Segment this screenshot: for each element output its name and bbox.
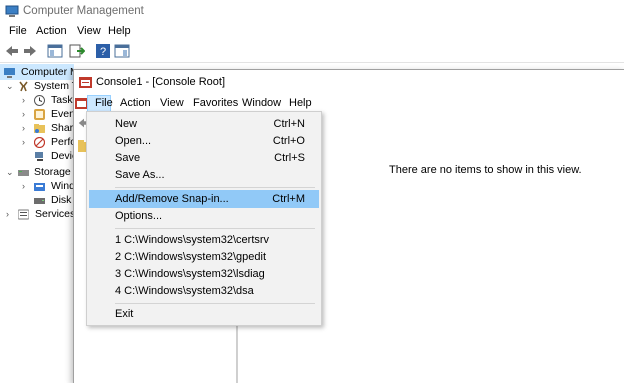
menu-item-recent-4[interactable]: 4 C:\Windows\system32\dsa [89,282,319,300]
tree-item-shared-folders[interactable]: › Share [22,122,74,136]
shared-folder-icon [34,124,45,133]
computer-management-icon [5,5,19,17]
cm-title: Computer Management [23,5,144,17]
menu-separator [115,187,315,188]
backup-icon [34,183,45,191]
menu-item-new[interactable]: New Ctrl+N [89,115,319,133]
tree-item-services-and-applications[interactable]: › Services [6,208,74,222]
chevron-right-icon[interactable]: › [22,95,25,105]
performance-icon [34,137,45,148]
cm-title-bar[interactable]: Computer Management [0,0,624,22]
menu-item-open[interactable]: Open... Ctrl+O [89,132,319,150]
services-icon [18,209,29,220]
console-menu-view[interactable]: View [160,97,184,109]
cm-menu-view[interactable]: View [77,25,101,37]
forward-arrow-icon[interactable] [22,43,38,59]
console-menu-window[interactable]: Window [242,97,281,109]
chevron-right-icon[interactable]: › [6,209,9,219]
cm-tree: Computer M ⌄ System T › Task › Even › Sh… [0,63,74,382]
chevron-down-icon[interactable]: ⌄ [6,167,14,178]
device-manager-icon [35,152,43,161]
chevron-right-icon[interactable]: › [22,109,25,119]
console-menu-action[interactable]: Action [120,97,151,109]
disk-icon [34,198,45,204]
menu-item-add-remove-snap-in[interactable]: Add/Remove Snap-in... Ctrl+M [89,190,319,208]
back-arrow-icon[interactable] [4,43,20,59]
system-tools-icon [19,81,28,92]
tree-item-disk-management[interactable]: Disk [22,194,74,208]
menu-separator [115,228,315,229]
menu-item-save[interactable]: Save Ctrl+S [89,149,319,167]
chevron-right-icon[interactable]: › [22,181,25,191]
cm-menu-bar: File Action View Help [0,22,624,40]
console-menu-favorites[interactable]: Favorites [193,97,238,109]
tree-item-computer-management[interactable]: Computer M [3,66,74,80]
tree-item-task-scheduler[interactable]: › Task [22,94,74,108]
tree-item-storage[interactable]: ⌄ Storage [6,166,74,180]
chevron-down-icon[interactable]: ⌄ [6,81,14,92]
menu-item-recent-1[interactable]: 1 C:\Windows\system32\certsrv [89,231,319,249]
event-viewer-icon [34,109,45,120]
mmc-console-icon [79,77,92,88]
console-title: Console1 - [Console Root] [96,76,226,88]
empty-view-message: There are no items to show in this view. [389,164,582,176]
menu-item-options[interactable]: Options... [89,207,319,225]
console-title-bar[interactable]: Console1 - [Console Root] [74,70,624,94]
cm-menu-file[interactable]: File [9,25,27,37]
tree-item-windows-server-backup[interactable]: › Wind [22,180,74,194]
cm-menu-help[interactable]: Help [108,25,131,37]
properties-pane-icon[interactable] [114,43,130,59]
menu-item-save-as[interactable]: Save As... [89,166,319,184]
show-hide-tree-icon[interactable] [47,43,63,59]
chevron-right-icon[interactable]: › [22,123,25,133]
file-dropdown-menu: New Ctrl+N Open... Ctrl+O Save Ctrl+S Sa… [86,111,322,326]
chevron-right-icon[interactable]: › [22,137,25,147]
menu-separator [115,303,315,304]
menu-item-recent-2[interactable]: 2 C:\Windows\system32\gpedit [89,248,319,266]
export-list-icon[interactable] [69,43,85,59]
help-icon[interactable]: ? [95,43,111,59]
computer-management-icon [4,68,15,78]
menu-item-exit[interactable]: Exit [89,305,319,323]
tree-item-system-tools[interactable]: ⌄ System T [6,80,74,94]
clock-icon [34,95,45,106]
tree-item-performance[interactable]: › Perfo [22,136,74,150]
menu-item-recent-3[interactable]: 3 C:\Windows\system32\lsdiag [89,265,319,283]
cm-toolbar: ? [0,40,624,63]
storage-icon [18,170,29,176]
console-menu-file[interactable]: File [95,97,113,109]
tree-item-device-manager[interactable]: Devic [22,150,74,164]
cm-menu-action[interactable]: Action [36,25,67,37]
console-menu-help[interactable]: Help [289,97,312,109]
svg-text:?: ? [100,46,106,58]
tree-item-event-viewer[interactable]: › Even [22,108,74,122]
console-menu-bar: File Action View Favorites Window Help [74,94,624,112]
